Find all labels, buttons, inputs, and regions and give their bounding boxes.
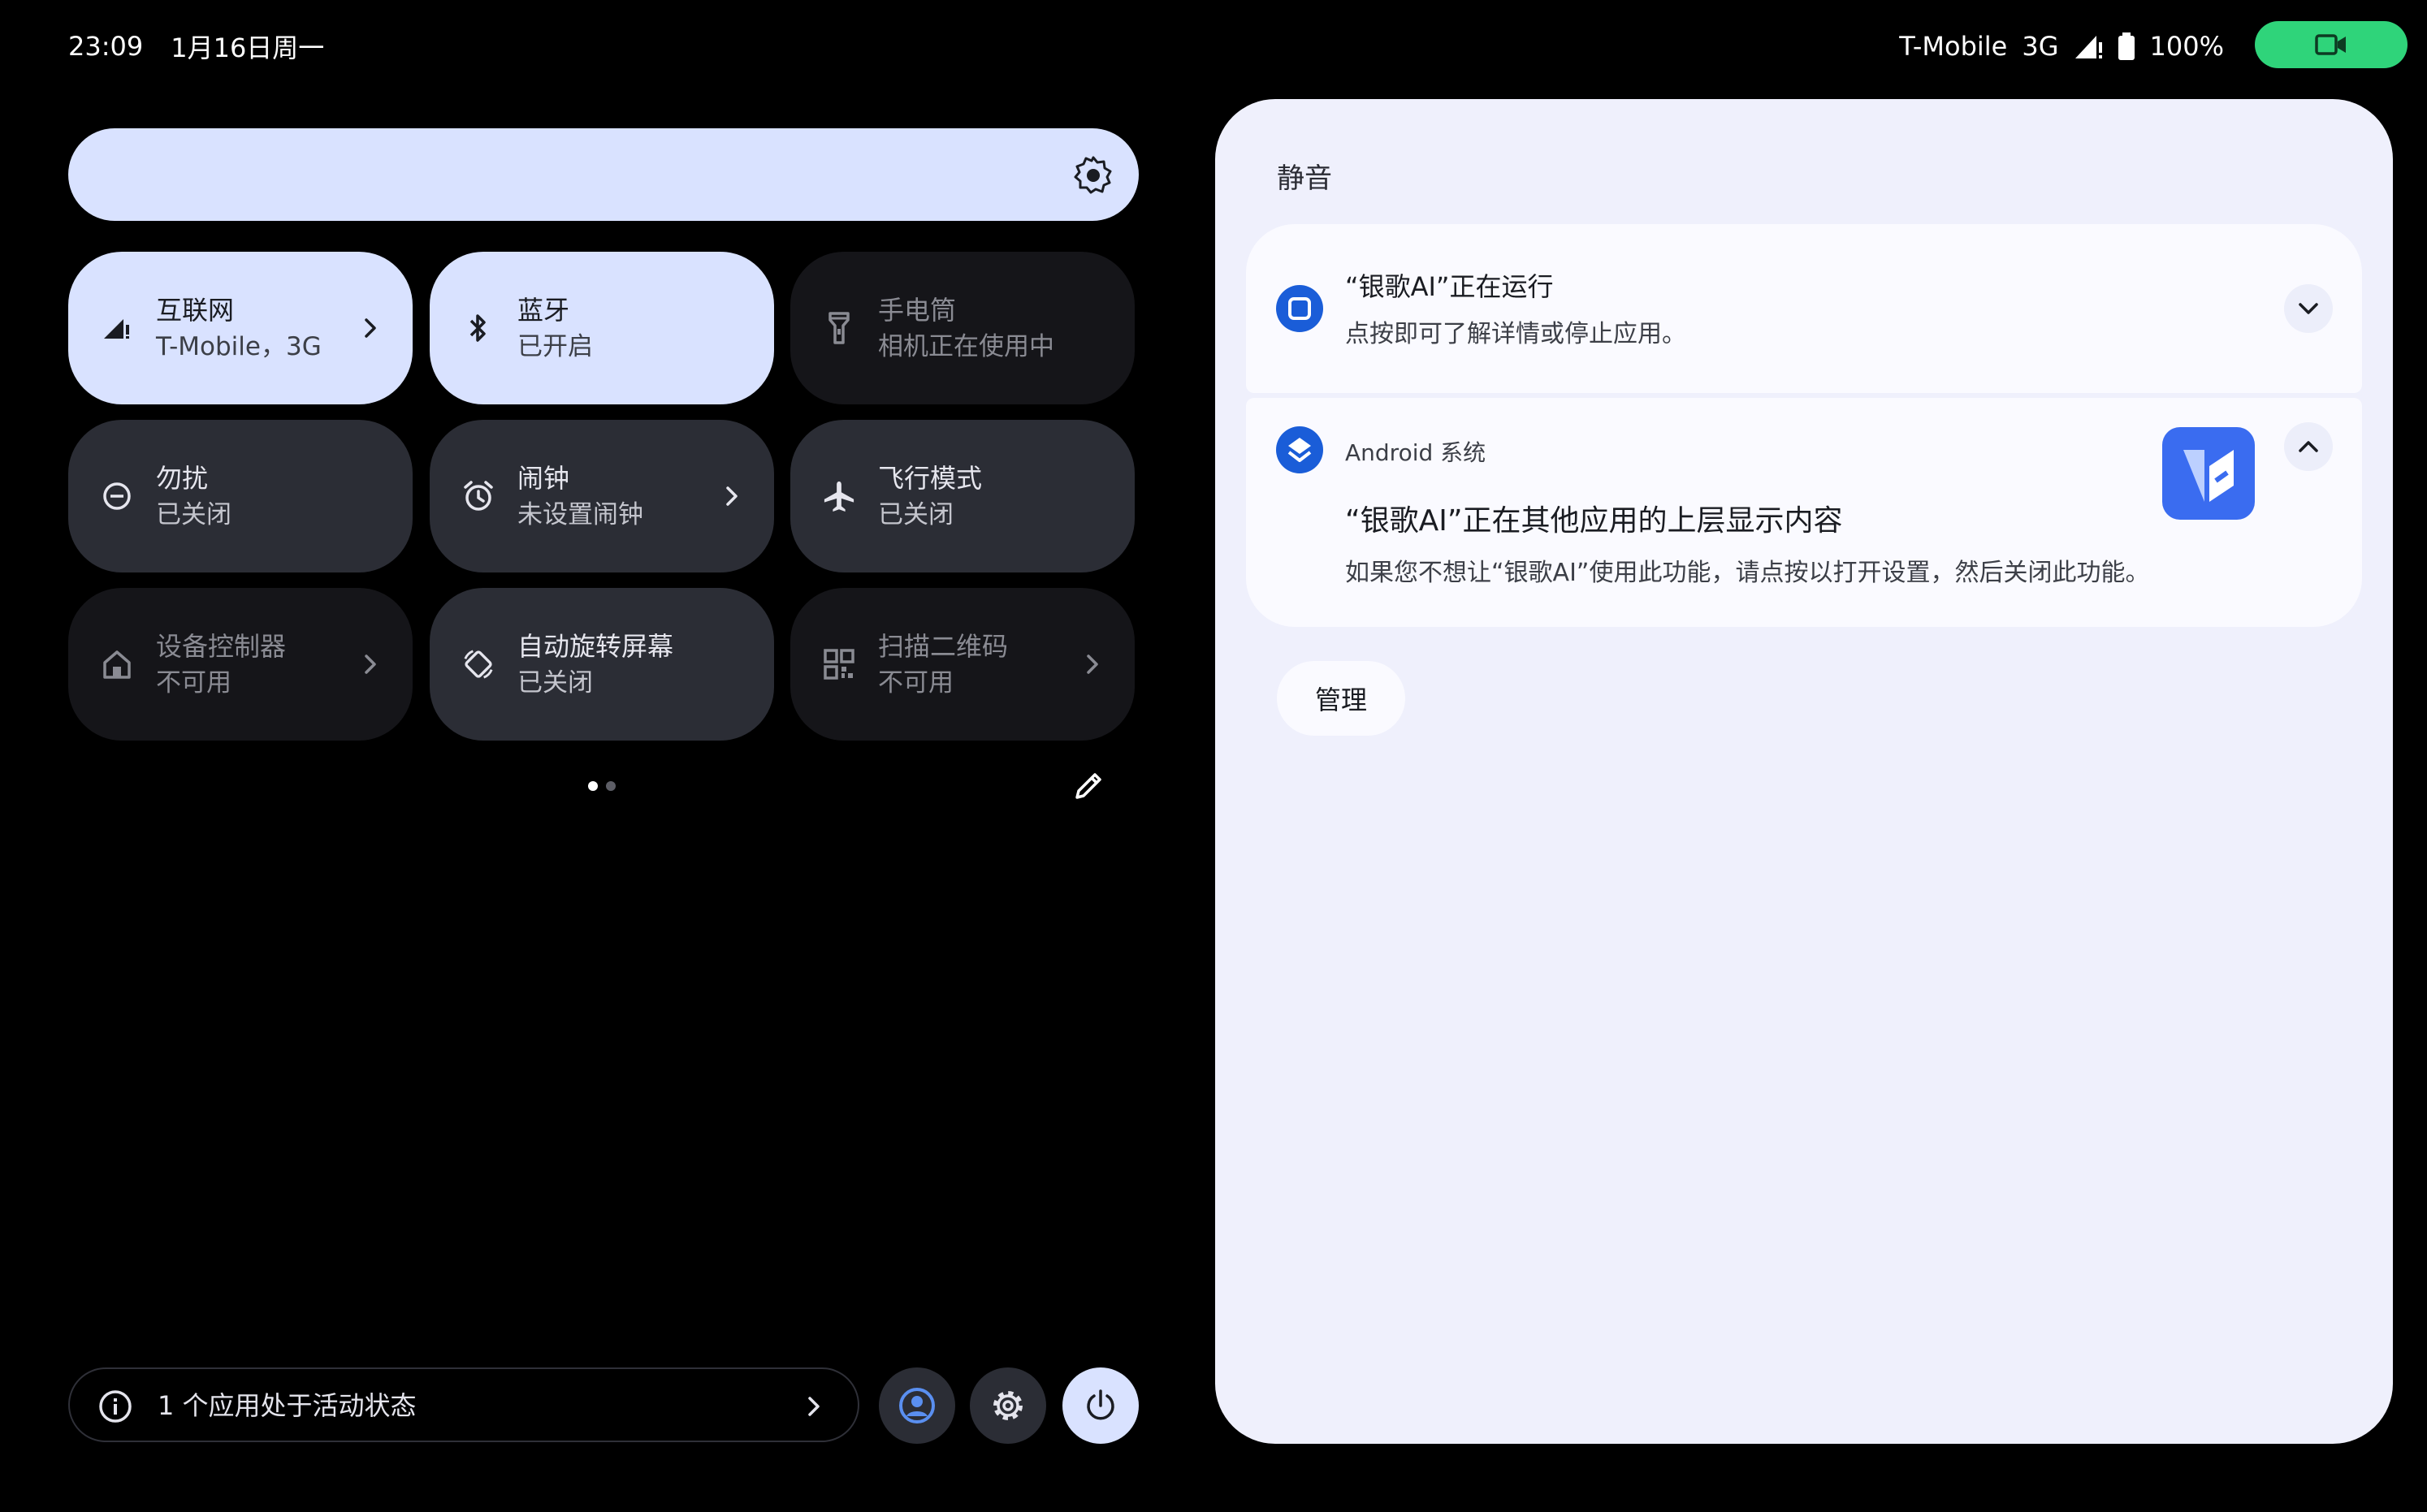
tile-do-not-disturb[interactable]: 勿扰 已关闭 (68, 420, 413, 572)
tile-subtitle: 未设置闹钟 (517, 500, 643, 529)
chevron-up-icon (2299, 441, 2318, 452)
tile-title: 勿扰 (156, 463, 209, 494)
tile-title: 扫描二维码 (878, 631, 1009, 662)
chevron-right-icon (365, 654, 376, 674)
gear-icon (993, 1391, 1023, 1420)
notification-title: “银歌AI”正在运行 (1345, 271, 1554, 302)
video-camera-icon (2315, 34, 2346, 55)
tile-subtitle: 不可用 (156, 668, 231, 698)
tile-title: 飞行模式 (878, 463, 983, 494)
battery-icon (2118, 32, 2135, 60)
page-indicator (588, 781, 616, 791)
chevron-right-icon (726, 486, 738, 506)
chevron-right-icon (365, 318, 376, 338)
status-bar-right: T-Mobile 3G 100% (1899, 28, 2224, 65)
active-apps-label: 1 个应用处于活动状态 (158, 1390, 417, 1421)
tile-subtitle: T-Mobile，3G (156, 332, 322, 361)
tile-subtitle: 已关闭 (156, 500, 231, 529)
tile-subtitle: 相机正在使用中 (878, 332, 1054, 361)
tile-subtitle: 不可用 (878, 668, 954, 698)
tile-alarm[interactable]: 闹钟 未设置闹钟 (430, 420, 774, 572)
collapse-button[interactable] (2284, 422, 2333, 471)
android-system-icon (1276, 426, 1323, 473)
bluetooth-icon (462, 312, 495, 344)
brightness-slider[interactable] (68, 128, 1139, 221)
notification-card-overlay[interactable]: Android 系统 “银歌AI”正在其他应用的上层显示内容 如果您不想让“银歌… (1246, 398, 2362, 627)
notification-text: 点按即可了解详情或停止应用。 (1345, 320, 1686, 348)
network-type: 3G (2022, 31, 2059, 62)
signal-icon (2074, 36, 2102, 58)
tile-flashlight[interactable]: 手电筒 相机正在使用中 (790, 252, 1135, 404)
qr-code-icon (823, 648, 855, 680)
info-icon (99, 1390, 132, 1423)
airplane-icon (823, 480, 855, 512)
power-button[interactable] (1062, 1367, 1139, 1444)
notification-title: “银歌AI”正在其他应用的上层显示内容 (1345, 504, 1843, 538)
notification-text: 如果您不想让“银歌AI”使用此功能，请点按以打开设置，然后关闭此功能。 (1345, 559, 2150, 587)
account-icon (899, 1388, 935, 1423)
power-icon (1087, 1389, 1114, 1420)
tile-subtitle: 已关闭 (878, 500, 954, 529)
tile-auto-rotate[interactable]: 自动旋转屏幕 已关闭 (430, 588, 774, 741)
screen: 23:09 1月16日周一 T-Mobile 3G 100% 互联网 T-Mob… (0, 0, 2427, 1512)
silent-section-header: 静音 (1277, 162, 1332, 195)
page-dot (606, 781, 616, 791)
yinge-ai-app-icon (2162, 427, 2255, 520)
expand-button[interactable] (2284, 284, 2333, 333)
date: 1月16日周一 (171, 32, 325, 63)
page-dot-active (588, 781, 598, 791)
tile-subtitle: 已关闭 (517, 668, 593, 698)
signal-icon (101, 312, 133, 344)
flashlight-icon (823, 312, 855, 344)
notification-card-running[interactable]: “银歌AI”正在运行 点按即可了解详情或停止应用。 (1246, 224, 2362, 393)
tile-title: 手电筒 (878, 295, 957, 326)
active-apps-button[interactable]: 1 个应用处于活动状态 (68, 1367, 859, 1442)
tile-title: 设备控制器 (156, 631, 287, 662)
user-switch-button[interactable] (879, 1367, 955, 1444)
tile-internet[interactable]: 互联网 T-Mobile，3G (68, 252, 413, 404)
tile-title: 蓝牙 (517, 295, 570, 326)
app-running-icon (1276, 285, 1323, 332)
clock: 23:09 (68, 31, 144, 62)
notification-app-name: Android 系统 (1345, 439, 1486, 466)
tile-title: 互联网 (156, 295, 235, 326)
chevron-right-icon (1087, 654, 1098, 674)
home-icon (101, 648, 133, 680)
status-bar-left: 23:09 1月16日周一 (68, 28, 324, 65)
chevron-down-icon (2299, 303, 2318, 314)
settings-button[interactable] (970, 1367, 1046, 1444)
battery-percent: 100% (2149, 31, 2224, 62)
rotate-icon (462, 648, 495, 680)
tile-bluetooth[interactable]: 蓝牙 已开启 (430, 252, 774, 404)
brightness-icon (1074, 156, 1112, 194)
screen-record-indicator[interactable] (2255, 21, 2408, 68)
tile-qr-scanner[interactable]: 扫描二维码 不可用 (790, 588, 1135, 741)
tile-device-controls[interactable]: 设备控制器 不可用 (68, 588, 413, 741)
tile-airplane-mode[interactable]: 飞行模式 已关闭 (790, 420, 1135, 572)
alarm-icon (462, 480, 495, 512)
tile-subtitle: 已开启 (517, 332, 593, 361)
do-not-disturb-icon (101, 480, 133, 512)
edit-pencil-icon[interactable] (1072, 770, 1105, 802)
tile-title: 自动旋转屏幕 (517, 631, 674, 662)
carrier-label: T-Mobile (1899, 31, 2008, 62)
manage-button[interactable]: 管理 (1277, 661, 1405, 736)
chevron-right-icon (808, 1397, 820, 1416)
tile-title: 闹钟 (517, 463, 570, 494)
